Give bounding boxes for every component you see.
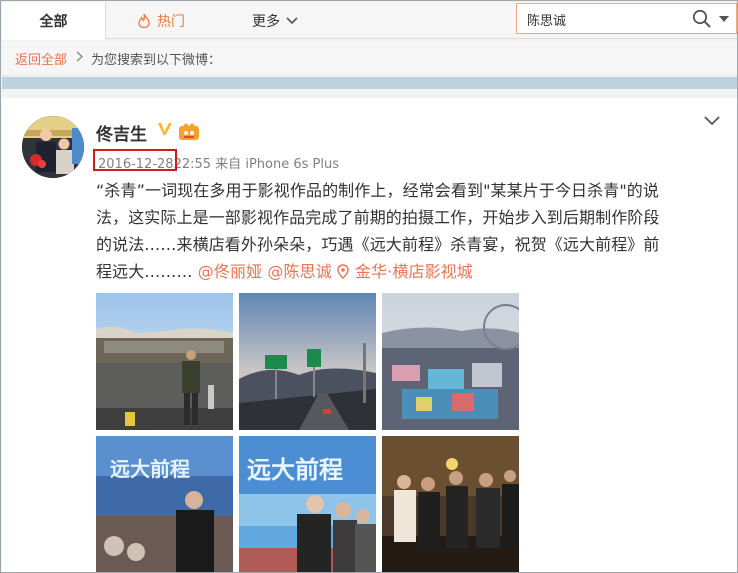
top-nav: 全部 热门 更多 (2, 2, 737, 40)
chevron-down-icon[interactable] (704, 116, 720, 126)
weibo-search-page: 全部 热门 更多 返回全部 为您搜索到以下微博： (0, 0, 738, 573)
chevron-right-icon (76, 50, 84, 66)
post-photo[interactable] (382, 293, 519, 430)
svg-text:远大前程: 远大前程 (247, 456, 343, 484)
weibo-post-card: 佟吉生 2016-12-2822:55 来自 iPhone 6s Plus “杀… (2, 98, 737, 572)
avatar[interactable] (22, 116, 84, 178)
verified-icon (158, 123, 172, 135)
tab-more[interactable]: 更多 (252, 2, 298, 39)
date-highlight-box (93, 149, 177, 171)
tab-all[interactable]: 全部 (2, 2, 106, 40)
post-photo[interactable]: 远大前程 (96, 436, 233, 572)
post-line: 的说法……来横店看外孙朵朵，巧遇《远大前程》杀青宴，祝贺《远大前程》前 (96, 235, 660, 254)
post-photo[interactable] (96, 293, 233, 430)
search-icon[interactable] (692, 9, 712, 29)
post-line-last: 程远大……… @佟丽娅 @陈思诚 金华·横店影视城 (96, 262, 473, 281)
breadcrumb: 返回全部 为您搜索到以下微博： (2, 41, 737, 76)
caret-down-icon[interactable] (719, 16, 729, 22)
member-badge-icon (179, 123, 199, 140)
search-input[interactable] (527, 9, 687, 29)
author-name[interactable]: 佟吉生 (96, 120, 147, 145)
flame-icon (138, 13, 150, 28)
tab-hot[interactable]: 热门 (138, 2, 185, 39)
divider-band (2, 77, 737, 89)
post-source[interactable]: iPhone 6s Plus (245, 157, 339, 172)
post-line: “杀青”一词现在多用于影视作品的制作上，经常会看到"某某片于今日杀青"的说 (96, 181, 659, 200)
mention-link[interactable]: @陈思诚 (267, 262, 331, 281)
back-to-all-link[interactable]: 返回全部 (15, 49, 67, 68)
post-photo[interactable]: 远大前程 (239, 436, 376, 572)
location-link[interactable]: 金华·横店影视城 (337, 262, 473, 281)
post-photo[interactable] (239, 293, 376, 430)
svg-text:远大前程: 远大前程 (110, 457, 190, 481)
chevron-down-icon (286, 16, 298, 24)
post-text: “杀青”一词现在多用于影视作品的制作上，经常会看到"某某片于今日杀青"的说 法，… (96, 177, 726, 285)
source-prefix: 来自 (215, 157, 242, 172)
post-line: 法，这实际上是一部影视作品完成了前期的拍摄工作，开始步入到后期制作阶段 (96, 208, 660, 227)
search-box (516, 3, 737, 34)
post-photo[interactable] (382, 436, 519, 572)
result-note: 为您搜索到以下微博： (91, 52, 222, 68)
mention-link[interactable]: @佟丽娅 (198, 262, 262, 281)
location-pin-icon (337, 264, 349, 279)
post-time[interactable]: 22:55 (174, 157, 211, 172)
